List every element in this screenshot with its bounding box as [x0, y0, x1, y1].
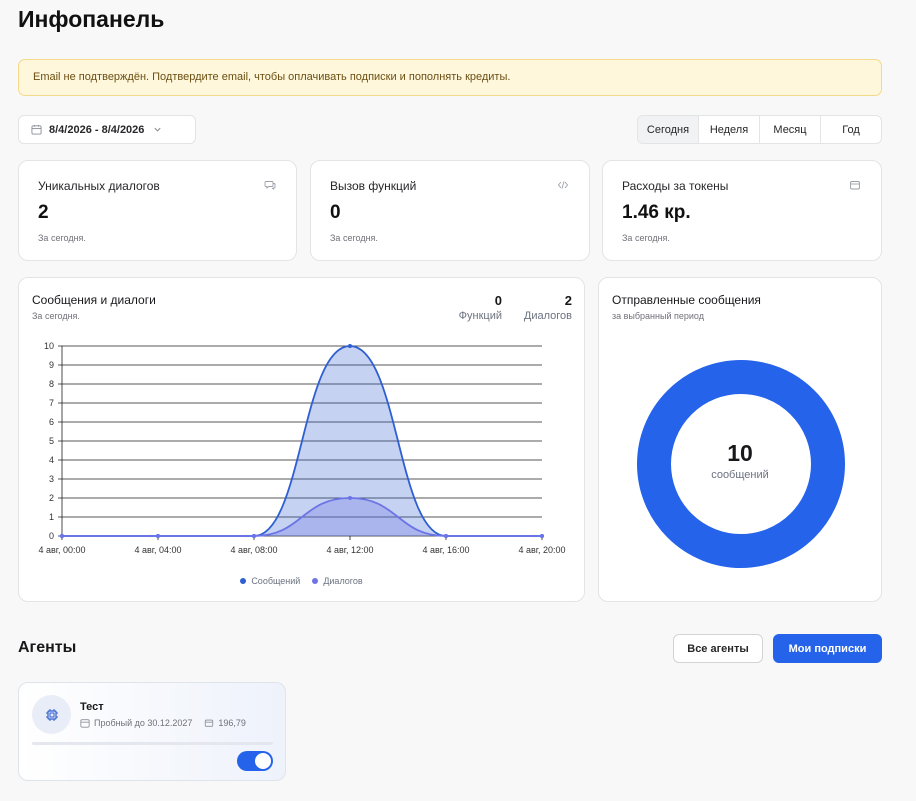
- date-range-value: 8/4/2026 - 8/4/2026: [49, 123, 145, 136]
- stat-label: Вызов функций: [330, 179, 417, 193]
- stat-card-dialogs: Уникальных диалогов 2 За сегодня.: [18, 160, 297, 261]
- agent-progress-bar: [32, 742, 273, 745]
- chip-icon: [44, 707, 60, 723]
- my-subscriptions-button[interactable]: Мои подписки: [773, 634, 882, 663]
- agents-title: Агенты: [18, 639, 77, 656]
- data-point: [252, 534, 256, 538]
- tab-week[interactable]: Неделя: [698, 116, 759, 143]
- y-tick-label: 6: [49, 417, 54, 427]
- messages-chart-card: Сообщения и диалоги За сегодня. 0 Функци…: [18, 277, 585, 602]
- legend-dot: [240, 578, 247, 584]
- data-point: [348, 496, 352, 500]
- all-agents-button[interactable]: Все агенты: [673, 634, 763, 663]
- stat-label: Расходы за токены: [622, 179, 729, 193]
- y-tick-label: 3: [49, 474, 54, 484]
- wallet-icon: [204, 718, 214, 728]
- stat-value: 2: [38, 202, 49, 223]
- period-tabs: Сегодня Неделя Месяц Год: [637, 115, 882, 144]
- stat-value: 1.46 кр.: [622, 202, 691, 223]
- avatar: [32, 695, 71, 734]
- stat-subtitle: За сегодня.: [38, 233, 86, 243]
- toggle-knob: [255, 753, 271, 769]
- data-point: [444, 534, 448, 538]
- tab-month[interactable]: Месяц: [759, 116, 820, 143]
- data-point: [540, 534, 544, 538]
- y-tick-label: 10: [44, 341, 54, 351]
- code-icon: [557, 179, 569, 191]
- date-range-picker[interactable]: 8/4/2026 - 8/4/2026: [18, 115, 196, 144]
- donut-center-label: сообщений: [711, 469, 769, 481]
- calendar-icon: [31, 124, 42, 135]
- x-tick-label: 4 авг, 12:00: [327, 545, 374, 555]
- page-title: Инфопанель: [18, 6, 165, 32]
- tab-today[interactable]: Сегодня: [638, 116, 698, 143]
- legend-label: Сообщений: [251, 576, 301, 586]
- stat-subtitle: За сегодня.: [622, 233, 670, 243]
- calendar-icon: [80, 718, 90, 728]
- x-tick-label: 4 авг, 00:00: [39, 545, 86, 555]
- legend-dot: [312, 578, 319, 584]
- agent-credits: 196,79: [218, 718, 246, 728]
- stat-card-functions: Вызов функций 0 За сегодня.: [310, 160, 590, 261]
- y-tick-label: 2: [49, 493, 54, 503]
- agent-meta: Пробный до 30.12.2027 196,79: [80, 718, 246, 728]
- agent-trial: Пробный до 30.12.2027: [94, 718, 193, 728]
- tab-year[interactable]: Год: [820, 116, 881, 143]
- x-tick-label: 4 авг, 20:00: [519, 545, 566, 555]
- chat-icon: [264, 179, 276, 191]
- agent-card[interactable]: Тест Пробный до 30.12.2027 196,79: [18, 682, 286, 781]
- sent-messages-card: Отправленные сообщения за выбранный пери…: [598, 277, 882, 602]
- y-tick-label: 8: [49, 379, 54, 389]
- agent-enabled-toggle[interactable]: [237, 751, 273, 771]
- y-tick-label: 9: [49, 360, 54, 370]
- stat-subtitle: За сегодня.: [330, 233, 378, 243]
- legend-item-dialogs: Диалогов: [312, 576, 363, 586]
- agent-name: Тест: [80, 701, 104, 713]
- wallet-icon: [849, 179, 861, 191]
- stat-label: Уникальных диалогов: [38, 179, 160, 193]
- legend-label: Диалогов: [323, 576, 363, 586]
- y-tick-label: 0: [49, 531, 54, 541]
- stat-card-tokens: Расходы за токены 1.46 кр. За сегодня.: [602, 160, 882, 261]
- x-tick-label: 4 авг, 16:00: [423, 545, 470, 555]
- y-tick-label: 7: [49, 398, 54, 408]
- x-tick-label: 4 авг, 04:00: [135, 545, 182, 555]
- messages-area-chart: 0 1 2 3 4 5 6 7 8 9 10 4 авг, 00:00 4 авг, 04:00 4 ав…: [39, 341, 566, 555]
- legend-item-messages: Сообщений: [240, 576, 300, 586]
- y-tick-label: 5: [49, 436, 54, 446]
- email-alert: Email не подтверждён. Подтвердите email,…: [18, 59, 882, 96]
- y-tick-label: 1: [49, 512, 54, 522]
- data-point: [60, 534, 64, 538]
- y-tick-label: 4: [49, 455, 54, 465]
- chart-legend: Сообщений Диалогов: [19, 576, 584, 586]
- data-point: [156, 534, 160, 538]
- x-tick-label: 4 авг, 08:00: [231, 545, 278, 555]
- chevron-down-icon: [153, 125, 162, 134]
- donut-center-value: 10: [727, 440, 753, 466]
- data-point: [348, 344, 352, 348]
- stat-value: 0: [330, 202, 341, 223]
